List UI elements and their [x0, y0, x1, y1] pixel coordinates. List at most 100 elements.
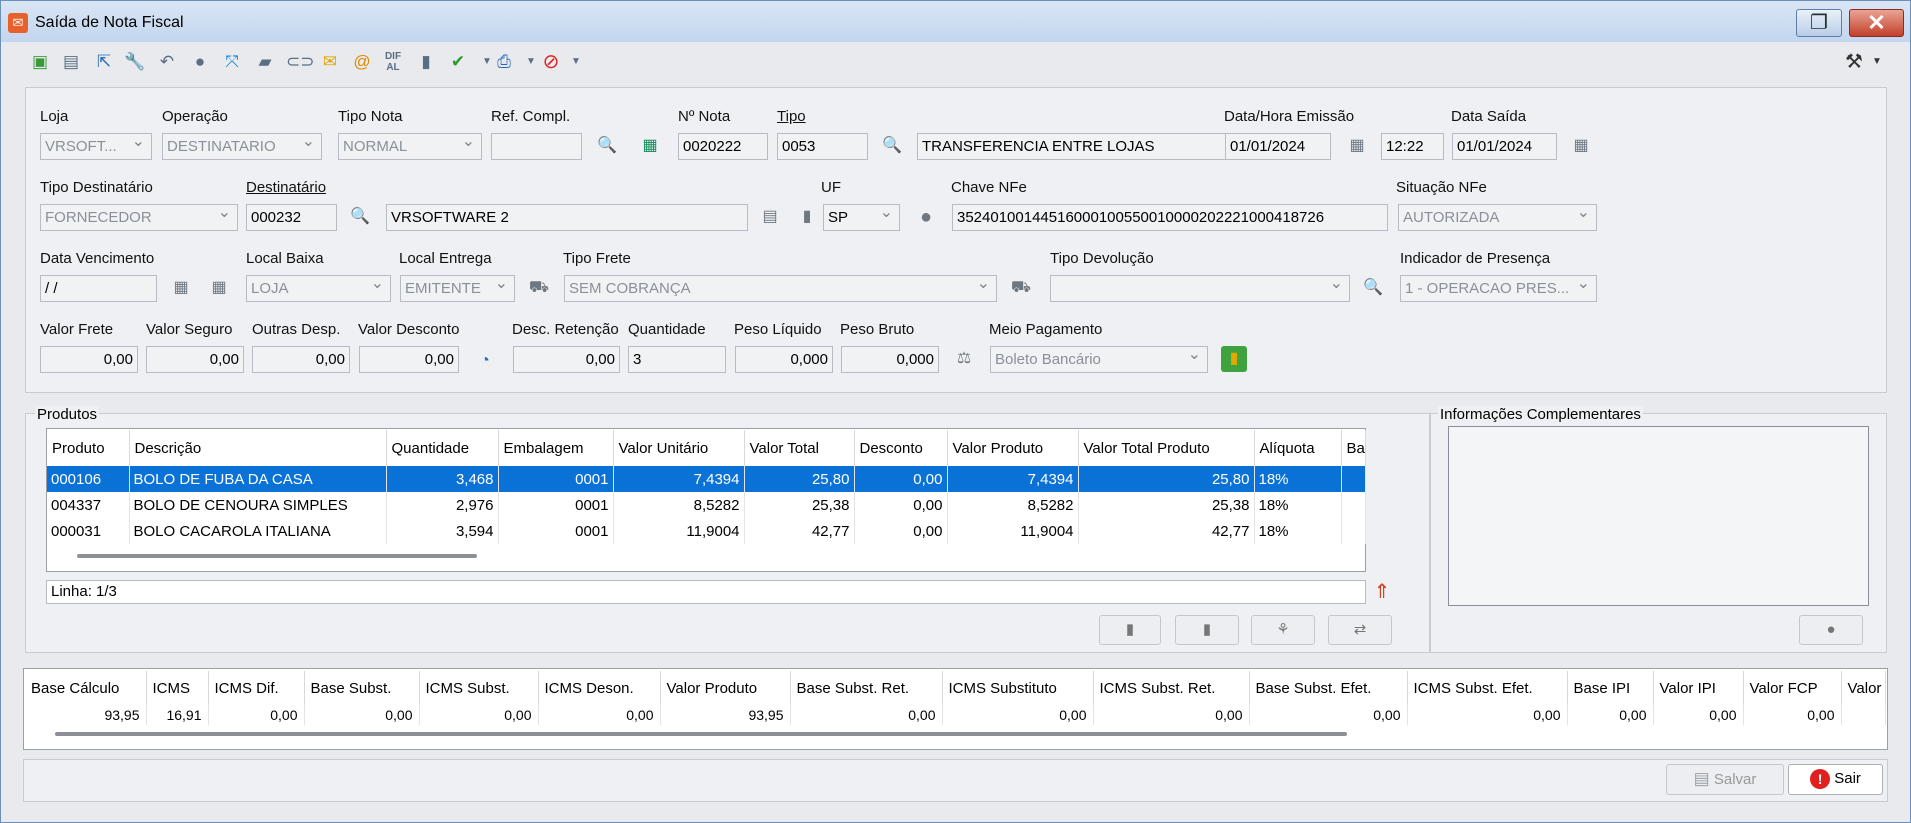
- at-icon[interactable]: @: [351, 51, 373, 73]
- column-header[interactable]: Bas: [1341, 430, 1366, 466]
- tag-icon[interactable]: ▮: [794, 204, 820, 230]
- destinatario-label[interactable]: Destinatário: [246, 179, 326, 196]
- edit-product-button[interactable]: ▮: [1175, 615, 1239, 645]
- scale-icon[interactable]: ⚖: [951, 346, 977, 372]
- search-icon[interactable]: 🔍: [879, 133, 905, 159]
- search-icon[interactable]: 🔍: [1360, 275, 1386, 301]
- calendar-icon[interactable]: ▦: [1344, 133, 1370, 159]
- informacoes-button[interactable]: ●: [1799, 615, 1863, 645]
- mail-icon[interactable]: ✉: [319, 51, 341, 73]
- meio-pagamento-select[interactable]: Boleto Bancário: [990, 346, 1208, 373]
- payment-icon[interactable]: ▮: [1221, 346, 1247, 372]
- tools-icon[interactable]: ⚒: [1843, 51, 1865, 73]
- column-header[interactable]: Produto: [47, 430, 130, 466]
- hora-emissao-input[interactable]: 12:22: [1381, 133, 1444, 160]
- loja-select[interactable]: VRSOFT...: [40, 133, 152, 160]
- peso-liquido-input[interactable]: 0,000: [735, 346, 833, 373]
- clean-product-button[interactable]: ⚘: [1251, 615, 1315, 645]
- tipo-devolucao-select[interactable]: [1050, 275, 1350, 302]
- valor-desconto-input[interactable]: 0,00: [359, 346, 459, 373]
- expand-icon[interactable]: ⤧: [221, 51, 243, 73]
- undo-icon[interactable]: ↶: [156, 51, 178, 73]
- column-header[interactable]: Valor Unitário: [613, 430, 745, 466]
- circle-icon[interactable]: ●: [189, 51, 211, 73]
- informacoes-textarea[interactable]: [1448, 426, 1869, 606]
- data-vencimento-input[interactable]: / /: [40, 275, 157, 302]
- chave-nfe-input[interactable]: 3524010014451600010055001000020222100041…: [952, 204, 1388, 231]
- cell-valor-unitario: 7,4394: [613, 466, 745, 492]
- calendar-icon[interactable]: ▦: [1568, 133, 1594, 159]
- tipo-destinatario-select[interactable]: FORNECEDOR: [40, 204, 238, 231]
- totais-h-scrollbar[interactable]: [55, 732, 1347, 736]
- column-header[interactable]: Valor Produto: [947, 430, 1079, 466]
- search-icon[interactable]: 🔍: [347, 204, 373, 230]
- total-value: 0,00: [1249, 705, 1408, 725]
- local-entrega-select[interactable]: EMITENTE: [400, 275, 515, 302]
- tipo-label[interactable]: Tipo: [777, 108, 806, 125]
- cell-valor-produto: 11,9004: [947, 518, 1079, 544]
- indicador-presenca-select[interactable]: 1 - OPERACAO PRES...: [1400, 275, 1597, 302]
- calendar-icon[interactable]: ▦: [206, 275, 232, 301]
- tipo-nota-select[interactable]: NORMAL: [338, 133, 482, 160]
- desc-retencao-label: Desc. Retenção: [512, 321, 619, 338]
- document-icon[interactable]: ▮: [415, 51, 437, 73]
- restore-button[interactable]: ❐: [1796, 9, 1842, 37]
- calendar-icon[interactable]: ▦: [168, 275, 194, 301]
- exit-button[interactable]: ! Sair: [1788, 764, 1883, 795]
- calculator-icon[interactable]: ▦: [637, 133, 663, 159]
- data-emissao-input[interactable]: 01/01/2024: [1225, 133, 1331, 160]
- quantidade-input[interactable]: 3: [628, 346, 726, 373]
- tipo-code-input[interactable]: 0053: [777, 133, 868, 160]
- print-icon[interactable]: ⎙: [493, 51, 515, 73]
- produtos-h-scrollbar[interactable]: [77, 554, 477, 558]
- cell-aliquota: 18%: [1254, 518, 1342, 544]
- peso-bruto-input[interactable]: 0,000: [841, 346, 939, 373]
- search-icon[interactable]: 🔍: [594, 133, 620, 159]
- chevron-down-icon[interactable]: ▼: [1866, 51, 1888, 73]
- refresh-product-button[interactable]: ⇄: [1328, 615, 1392, 645]
- new-icon[interactable]: ▣: [29, 51, 51, 73]
- outras-desp-input[interactable]: 0,00: [252, 346, 350, 373]
- operacao-select[interactable]: DESTINATARIO: [162, 133, 322, 160]
- chevron-down-icon[interactable]: ▼: [565, 51, 587, 73]
- local-baixa-select[interactable]: LOJA: [246, 275, 391, 302]
- link-icon[interactable]: ⊂⊃: [286, 51, 315, 73]
- column-header[interactable]: Desconto: [854, 430, 948, 466]
- desc-retencao-input[interactable]: 0,00: [513, 346, 620, 373]
- check-doc-icon[interactable]: ✔: [447, 51, 469, 73]
- ref-compl-input[interactable]: [491, 133, 582, 160]
- table-row[interactable]: 000031 BOLO CACAROLA ITALIANA 3,594 0001…: [47, 518, 1366, 544]
- cancel-icon[interactable]: ⊘: [540, 51, 562, 73]
- valor-frete-input[interactable]: 0,00: [40, 346, 138, 373]
- table-row[interactable]: 004337 BOLO DE CENOURA SIMPLES 2,976 000…: [47, 492, 1366, 518]
- column-header[interactable]: Descrição: [129, 430, 387, 466]
- column-header[interactable]: Quantidade: [386, 430, 499, 466]
- data-saida-input[interactable]: 01/01/2024: [1452, 133, 1557, 160]
- export-icon[interactable]: ⇱: [93, 51, 115, 73]
- valor-seguro-input[interactable]: 0,00: [146, 346, 244, 373]
- situacao-nfe-select[interactable]: AUTORIZADA: [1398, 204, 1597, 231]
- save-icon[interactable]: ▤: [60, 51, 82, 73]
- add-product-button[interactable]: ▮: [1099, 615, 1161, 645]
- close-button[interactable]: ✕: [1849, 9, 1904, 37]
- total-value: 0,00: [1743, 705, 1842, 725]
- truck-icon[interactable]: ⛟: [1008, 275, 1034, 301]
- chevron-down-icon[interactable]: ▼: [520, 51, 542, 73]
- save-button[interactable]: ▤ Salvar: [1666, 764, 1784, 795]
- tipo-frete-select[interactable]: SEM COBRANÇA: [564, 275, 997, 302]
- tag-icon[interactable]: ▰: [254, 51, 276, 73]
- numero-nota-input[interactable]: 0020222: [678, 133, 768, 160]
- dif-al-icon[interactable]: DIF AL: [382, 51, 404, 73]
- column-header[interactable]: Alíquota: [1254, 430, 1342, 466]
- discount-calc-icon[interactable]: ◔: [472, 348, 498, 374]
- sort-icon[interactable]: ⇑: [1369, 579, 1395, 605]
- table-row[interactable]: 000106 BOLO DE FUBA DA CASA 3,468 0001 7…: [47, 466, 1366, 492]
- document-icon[interactable]: ▤: [757, 204, 783, 230]
- wrench-icon[interactable]: 🔧: [124, 51, 146, 73]
- column-header[interactable]: Embalagem: [498, 430, 614, 466]
- uf-select[interactable]: SP: [823, 204, 900, 231]
- truck-icon[interactable]: ⛟: [526, 275, 552, 301]
- column-header[interactable]: Valor Total Produto: [1078, 430, 1255, 466]
- column-header[interactable]: Valor Total: [744, 430, 855, 466]
- destinatario-code-input[interactable]: 000232: [246, 204, 337, 231]
